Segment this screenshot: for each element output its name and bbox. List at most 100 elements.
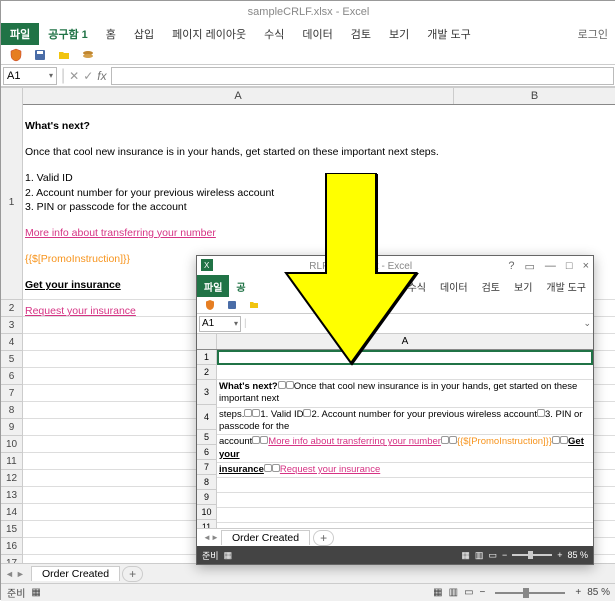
row-header[interactable]: 7 [197, 460, 217, 475]
sec-row-3b[interactable]: steps.1. Valid ID2. Account number for y… [217, 408, 593, 436]
row-header[interactable]: 9 [1, 419, 23, 436]
row-header[interactable]: 1 [1, 105, 23, 300]
tab-review[interactable]: 검토 [342, 23, 380, 45]
sec-cell-a1-selected[interactable] [217, 350, 593, 365]
row-header[interactable]: 14 [1, 504, 23, 521]
link-request[interactable]: Request your insurance [25, 305, 136, 317]
tab-home[interactable]: 홈 [97, 23, 125, 45]
sec-tab-file[interactable]: 파일 [197, 275, 229, 297]
row-header[interactable]: 15 [1, 521, 23, 538]
tab-tool1[interactable]: 공구함 1 [39, 23, 97, 45]
tab-devtools[interactable]: 개발 도구 [418, 23, 480, 45]
tab-view[interactable]: 보기 [380, 23, 418, 45]
zoom-in-button[interactable]: + [575, 587, 581, 598]
row-header[interactable]: 3 [197, 380, 217, 405]
tab-data[interactable]: 데이터 [293, 23, 341, 45]
fx-icon[interactable]: fx [97, 69, 106, 83]
view-normal-icon[interactable]: ▦ [461, 550, 470, 561]
folder-icon[interactable] [57, 48, 71, 62]
name-box[interactable]: A1 ▾ [3, 67, 57, 85]
save-icon[interactable] [225, 298, 239, 312]
sec-tab-formulas[interactable]: 수식 [401, 275, 433, 297]
row-header[interactable]: 6 [197, 445, 217, 460]
row-header[interactable]: 4 [1, 334, 23, 351]
row-header[interactable]: 2 [197, 365, 217, 380]
sec-col-a[interactable]: A [217, 334, 593, 349]
formula-bar-input[interactable] [111, 67, 614, 85]
nav-prev-icon[interactable]: ◄ [5, 569, 14, 579]
sec-row-3[interactable]: What's next?Once that cool new insurance… [217, 380, 593, 408]
cell-row[interactable] [217, 478, 593, 493]
sec-tab-review[interactable]: 검토 [475, 275, 507, 297]
sec-zoom-slider[interactable] [512, 554, 552, 556]
cell-row[interactable] [217, 508, 593, 523]
ribbon-mode-icon[interactable]: ▭ [525, 260, 535, 273]
row-header[interactable]: 8 [197, 475, 217, 490]
maximize-button[interactable]: □ [566, 260, 573, 273]
tab-pagelayout[interactable]: 페이지 레이아웃 [163, 23, 255, 45]
row-header[interactable]: 9 [197, 490, 217, 505]
folder-icon[interactable] [247, 298, 261, 312]
nav-next-icon[interactable]: ► [211, 533, 219, 542]
shield-icon[interactable] [203, 298, 217, 312]
sec-tab-view[interactable]: 보기 [507, 275, 539, 297]
row-header[interactable]: 6 [1, 368, 23, 385]
select-all-corner[interactable] [1, 88, 23, 106]
row-header[interactable]: 10 [1, 436, 23, 453]
zoom-slider[interactable] [495, 592, 565, 594]
sec-cells[interactable]: What's next?Once that cool new insurance… [217, 350, 593, 528]
tab-insert[interactable]: 삽입 [125, 23, 163, 45]
dropdown-icon[interactable]: ▾ [234, 319, 238, 328]
sheet-tab-order-created[interactable]: Order Created [31, 566, 120, 581]
sec-tab-devtools[interactable]: 개발 도구 [539, 275, 593, 297]
sec-row-4b[interactable]: insuranceRequest your insurance [217, 463, 593, 478]
zoom-out-button[interactable]: − [480, 587, 486, 598]
sec-select-all[interactable] [197, 334, 217, 349]
row-header[interactable]: 12 [1, 470, 23, 487]
add-sheet-button[interactable]: + [122, 566, 143, 582]
row-header[interactable]: 5 [1, 351, 23, 368]
col-header-a[interactable]: A [23, 88, 454, 104]
expand-formula-icon[interactable]: ⌄ [583, 318, 591, 329]
tab-formulas[interactable]: 수식 [255, 23, 293, 45]
sec-row-4[interactable]: accountMore info about transferring your… [217, 435, 593, 463]
view-layout-icon[interactable]: ▥ [475, 550, 484, 561]
row-header[interactable]: 1 [197, 350, 217, 365]
view-break-icon[interactable]: ▭ [464, 587, 473, 598]
view-break-icon[interactable]: ▭ [488, 550, 497, 561]
row-header[interactable]: 7 [1, 385, 23, 402]
cancel-icon[interactable]: ✕ [69, 69, 79, 83]
row-header[interactable]: 10 [197, 505, 217, 520]
zoom-out-button[interactable]: − [502, 550, 507, 560]
sec-zoom-level[interactable]: 85 % [567, 550, 588, 560]
minimize-button[interactable]: — [545, 260, 556, 273]
sec-add-sheet[interactable]: + [313, 530, 334, 546]
col-header-b[interactable]: B [454, 88, 615, 104]
close-button[interactable]: × [583, 260, 589, 273]
row-header[interactable]: 11 [1, 453, 23, 470]
row-header[interactable]: 2 [1, 300, 23, 317]
login-link[interactable]: 로그인 [578, 26, 615, 42]
enter-icon[interactable]: ✓ [83, 69, 93, 83]
row-header[interactable]: 13 [1, 487, 23, 504]
zoom-level[interactable]: 85 % [587, 587, 610, 598]
sec-tab-data[interactable]: 데이터 [433, 275, 475, 297]
stack-icon[interactable] [81, 48, 95, 62]
nav-prev-icon[interactable]: ◄ [203, 533, 211, 542]
row-header[interactable]: 3 [1, 317, 23, 334]
nav-next-icon[interactable]: ► [16, 569, 25, 579]
cell-row[interactable] [217, 493, 593, 508]
sec-name-box[interactable]: A1 ▾ [199, 316, 241, 332]
cell-row[interactable] [217, 523, 593, 528]
view-normal-icon[interactable]: ▦ [433, 587, 442, 598]
dropdown-icon[interactable]: ▾ [49, 71, 53, 80]
row-header[interactable]: 16 [1, 538, 23, 555]
tab-file[interactable]: 파일 [1, 23, 39, 45]
sec-sheet-tab[interactable]: Order Created [221, 530, 310, 545]
link-transfer[interactable]: More info about transferring your number [25, 227, 216, 239]
row-header[interactable]: 5 [197, 430, 217, 445]
view-layout-icon[interactable]: ▥ [449, 587, 458, 598]
save-icon[interactable] [33, 48, 47, 62]
sec-tab-tool1[interactable]: 공 [229, 275, 252, 297]
shield-icon[interactable] [9, 48, 23, 62]
